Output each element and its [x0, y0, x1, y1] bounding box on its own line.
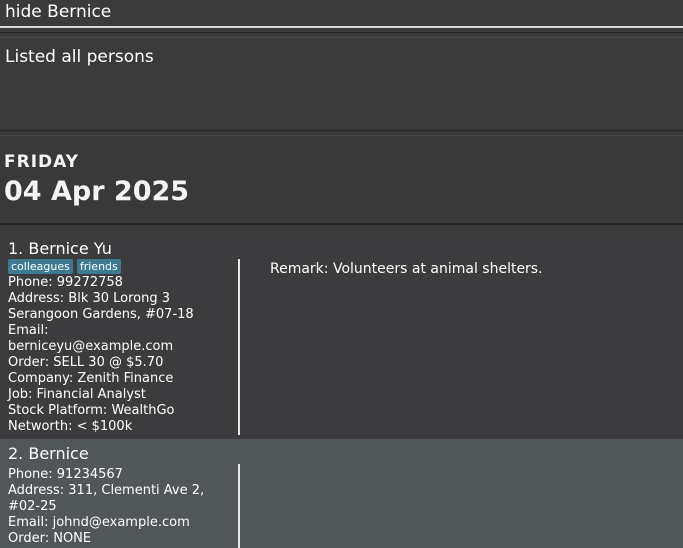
date-label: 04 Apr 2025 [4, 176, 190, 207]
card-divider [238, 464, 240, 548]
person-list[interactable]: 1. Bernice Yu colleagues friends Phone: 9… [0, 225, 683, 548]
order-label: Order: NONE [8, 531, 92, 546]
tag: friends [76, 259, 121, 274]
job-label: Job: Financial Analyst [8, 387, 146, 402]
tag: colleagues [8, 259, 73, 274]
address-label: Address: Blk 30 Lorong 3 [8, 291, 171, 306]
email-label: Email: [8, 323, 49, 338]
person-details: Phone: 91234567 Address: 311, Clementi A… [8, 467, 204, 547]
person-details: Phone: 99272758 Address: Blk 30 Lorong 3… [8, 275, 194, 435]
person-card[interactable]: 1. Bernice Yu colleagues friends Phone: 9… [0, 234, 683, 439]
address-label-cont: #02-25 [8, 499, 57, 514]
day-label: FRIDAY [4, 152, 79, 172]
command-input[interactable] [5, 1, 675, 23]
email-value: berniceyu@example.com [8, 339, 174, 354]
date-panel: FRIDAY 04 Apr 2025 [0, 135, 683, 225]
card-divider [238, 259, 240, 435]
remark-label: Remark: Volunteers at animal shelters. [270, 261, 543, 277]
divider [0, 32, 683, 33]
address-label-cont: Serangoon Gardens, #07-18 [8, 307, 194, 322]
command-box[interactable] [0, 0, 683, 28]
phone-label: Phone: 91234567 [8, 467, 123, 482]
order-label: Order: SELL 30 @ $5.70 [8, 355, 164, 370]
email-label: Email: johnd@example.com [8, 515, 190, 530]
result-text: Listed all persons [5, 47, 154, 67]
networth-label: Networth: < $100k [8, 419, 133, 434]
phone-label: Phone: 99272758 [8, 275, 123, 290]
person-name: 2. Bernice [8, 444, 89, 463]
stock-platform-label: Stock Platform: WealthGo [8, 403, 175, 418]
company-label: Company: Zenith Finance [8, 371, 174, 386]
tag-list: colleagues friends [8, 259, 125, 275]
result-display: Listed all persons [0, 37, 683, 131]
address-label: Address: 311, Clementi Ave 2, [8, 483, 205, 498]
person-card[interactable]: 2. Bernice Phone: 91234567 Address: 311,… [0, 439, 683, 548]
person-name: 1. Bernice Yu [8, 239, 112, 258]
